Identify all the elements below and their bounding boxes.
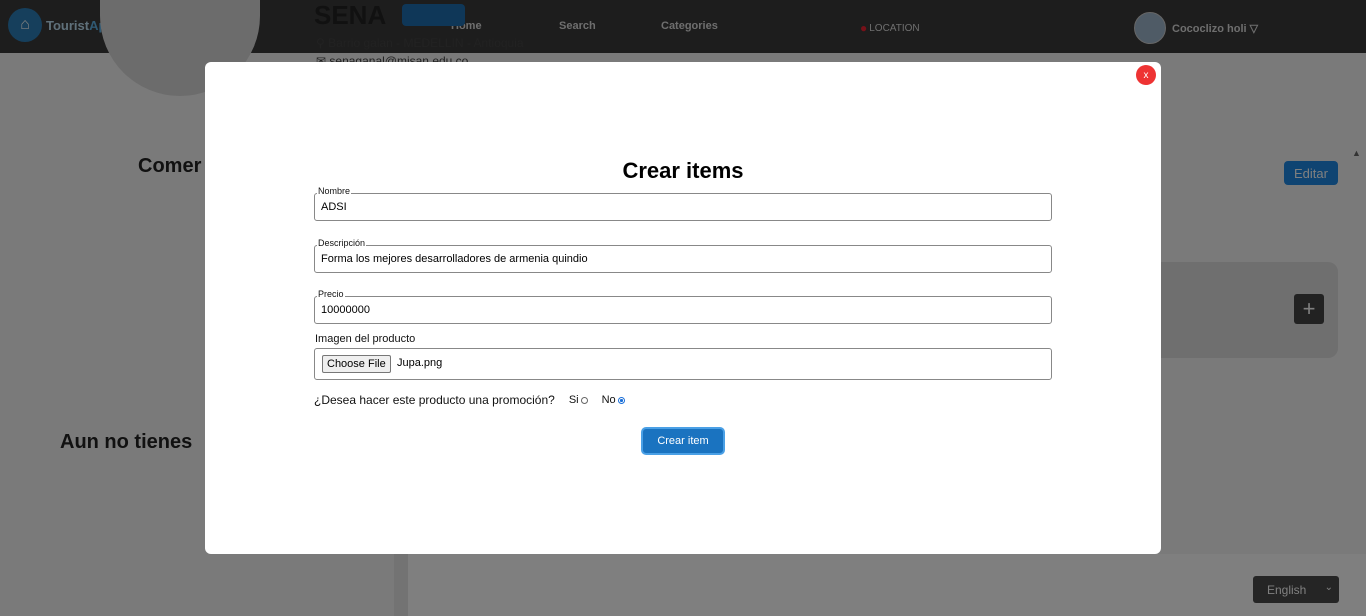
- price-field[interactable]: Precio 10000000: [314, 289, 1052, 324]
- description-field-label: Descripción: [317, 238, 367, 248]
- promotion-yes-option[interactable]: Si: [569, 394, 588, 406]
- image-file-input[interactable]: Choose File Jupa.png: [314, 348, 1052, 380]
- name-field[interactable]: Nombre ADSI: [314, 186, 1052, 221]
- promotion-yes-radio[interactable]: [580, 396, 588, 404]
- price-field-value: 10000000: [321, 304, 370, 316]
- price-field-label: Precio: [317, 289, 345, 299]
- name-field-label: Nombre: [317, 186, 352, 196]
- create-item-modal: x Crear items Nombre ADSI Descripción Fo…: [205, 62, 1161, 554]
- description-field-value: Forma los mejores desarrolladores de arm…: [321, 253, 588, 265]
- promotion-no-label: No: [601, 394, 616, 406]
- choose-file-button[interactable]: Choose File: [322, 355, 391, 373]
- close-button[interactable]: x: [1136, 65, 1156, 85]
- promotion-question: ¿Desea hacer este producto una promoción…: [314, 393, 555, 407]
- create-item-button[interactable]: Crear item: [641, 427, 725, 455]
- modal-title: Crear items: [622, 158, 744, 183]
- image-field-label: Imagen del producto: [315, 333, 416, 345]
- promotion-no-option[interactable]: No: [602, 394, 625, 406]
- description-field[interactable]: Descripción Forma los mejores desarrolla…: [314, 238, 1052, 273]
- name-field-value: ADSI: [321, 201, 347, 213]
- promotion-row: ¿Desea hacer este producto una promoción…: [314, 393, 625, 407]
- promotion-yes-label: Si: [568, 394, 579, 406]
- promotion-no-radio[interactable]: [617, 396, 625, 404]
- selected-file-name: Jupa.png: [397, 357, 443, 369]
